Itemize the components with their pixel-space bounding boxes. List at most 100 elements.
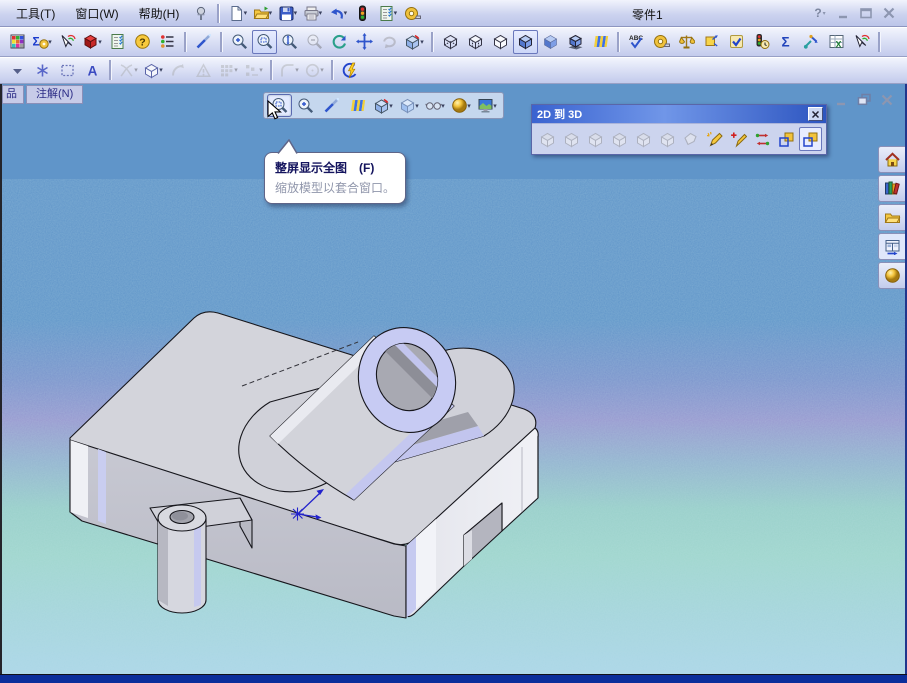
scene-screen-button[interactable]: ▾	[475, 94, 500, 117]
dropdown-arrow-icon[interactable]: ▾	[440, 102, 446, 110]
pattern-dots-button[interactable]: ▾	[216, 58, 241, 82]
menu-item-3[interactable]: 帮助(H)	[129, 3, 190, 24]
curvature-stripes-button[interactable]	[345, 94, 370, 117]
warn-button[interactable]	[191, 58, 216, 82]
dropdown-arrow-icon[interactable]: ▾	[268, 9, 274, 17]
dropdown-arrow-icon[interactable]: ▾	[318, 9, 324, 17]
cube-outline-button[interactable]: ▾	[141, 58, 166, 82]
extrude-selection-button[interactable]	[799, 127, 823, 151]
zoom-area-button[interactable]	[293, 94, 318, 117]
help-question-button[interactable]: ?	[130, 30, 155, 54]
dropdown-arrow-icon[interactable]: ▾	[243, 9, 249, 17]
dropdown-arrow-icon[interactable]: ▾	[158, 66, 164, 74]
dropdown-arrow-icon[interactable]: ▾	[294, 66, 300, 74]
dropdown-arrow-icon[interactable]: ▾	[97, 38, 103, 46]
dropdown-arrow-icon[interactable]: ▾	[293, 9, 299, 17]
view-left-button[interactable]	[608, 127, 631, 151]
document-restore-button[interactable]	[855, 92, 873, 107]
dropdown-arrow-icon[interactable]: ▾	[466, 102, 472, 110]
wand-button[interactable]	[191, 30, 216, 54]
close-button[interactable]	[879, 5, 899, 22]
wand-button[interactable]	[319, 94, 344, 117]
sensor-pointer-button[interactable]	[799, 30, 824, 54]
dropdown-arrow-icon[interactable]: ▾	[133, 66, 139, 74]
status-list-button[interactable]	[155, 30, 180, 54]
move-box-button[interactable]	[699, 30, 724, 54]
view-right-button[interactable]	[584, 127, 607, 151]
dropdown-arrow-icon[interactable]: ▾	[393, 9, 399, 17]
sw-cube-button[interactable]: ▾	[80, 30, 105, 54]
dropdown-arrow-icon[interactable]: ▾	[233, 66, 239, 74]
dropdown-arrow-icon[interactable]: ▾	[47, 38, 53, 46]
cube-wireframe-button[interactable]	[438, 30, 463, 54]
task-pane-tab-design-library[interactable]	[878, 175, 905, 202]
tape-measure-button[interactable]	[649, 30, 674, 54]
refresh-button[interactable]	[327, 30, 352, 54]
align-sketch-button[interactable]	[751, 127, 774, 151]
task-pane-tab-appearances[interactable]	[878, 262, 905, 289]
display-cube-button[interactable]: ▾	[397, 94, 422, 117]
traffic-light-button[interactable]	[350, 1, 375, 25]
task-pane-tab-view-palette[interactable]	[878, 233, 905, 260]
undo-button[interactable]: ▾	[325, 1, 350, 25]
graphics-viewport[interactable]: 品注解(N) ▾ ▾ ▾ ▾ ▾ 2D 到 3D 整屏显示全图 (F) 缩放模型以套合窗…	[0, 84, 907, 674]
measure-sigma-button[interactable]: Σ ▾	[30, 30, 55, 54]
pan-button[interactable]	[352, 30, 377, 54]
glasses-button[interactable]: ▾	[423, 94, 448, 117]
text-A-button[interactable]: A	[80, 58, 105, 82]
zoom-updown-button[interactable]	[277, 30, 302, 54]
print-button[interactable]: ▾	[300, 1, 325, 25]
rainbow-pointer-button[interactable]	[849, 30, 874, 54]
color-palette-button[interactable]	[5, 30, 30, 54]
panel-title-bar[interactable]: 2D 到 3D	[532, 105, 826, 123]
command-tab-2[interactable]: 注解(N)	[26, 85, 84, 104]
minimize-button[interactable]	[833, 5, 853, 22]
instant3d-button[interactable]	[338, 58, 363, 82]
excel-table-button[interactable]: X	[824, 30, 849, 54]
task-pane-tab-file-explorer[interactable]	[878, 204, 905, 231]
task-pane-tab-solidworks-resources[interactable]	[878, 146, 905, 173]
traffic-clock-button[interactable]	[749, 30, 774, 54]
abc-spell-button[interactable]: ABC	[624, 30, 649, 54]
point-asterisk-button[interactable]	[30, 58, 55, 82]
document-minimize-button[interactable]	[832, 92, 850, 107]
pushpin-icon[interactable]	[193, 5, 208, 21]
step-pattern-button[interactable]: ▾	[241, 58, 266, 82]
tape-measure-button[interactable]	[400, 1, 425, 25]
menu-item-1[interactable]: 工具(T)	[6, 3, 65, 24]
fillet-button[interactable]: ▾	[277, 58, 302, 82]
cube-shadow-button[interactable]	[563, 30, 588, 54]
zoom-fit-button[interactable]	[252, 29, 277, 54]
rainbow-pointer-button[interactable]	[55, 30, 80, 54]
view-front-button[interactable]	[536, 127, 559, 151]
help-button[interactable]: ? ▾	[810, 5, 830, 22]
checklist-button[interactable]: ▾	[375, 1, 400, 25]
command-tab-1[interactable]: 品	[2, 85, 24, 104]
appearance-ball-button[interactable]: ▾	[449, 94, 474, 117]
view-auxiliary-button[interactable]	[680, 127, 703, 151]
open-folder-button[interactable]: ▾	[250, 1, 275, 25]
save-floppy-button[interactable]: ▾	[275, 1, 300, 25]
view-back-button[interactable]	[656, 127, 679, 151]
cube-nohidden-button[interactable]	[488, 30, 513, 54]
dropdown-arrow-icon[interactable]: ▾	[388, 102, 394, 110]
panel-close-button[interactable]	[808, 107, 823, 121]
circle-tool-button[interactable]: ▾	[302, 58, 327, 82]
checkbox-button[interactable]	[724, 30, 749, 54]
trim-button[interactable]: ▾	[116, 58, 141, 82]
select-box-button[interactable]	[55, 58, 80, 82]
curvature-stripes-button[interactable]	[588, 30, 613, 54]
dropdown-arrow-icon[interactable]: ▾	[319, 66, 325, 74]
convert-button[interactable]	[166, 58, 191, 82]
document-close-button[interactable]	[878, 92, 896, 107]
dropdown-arrow-icon[interactable]: ▾	[419, 38, 425, 46]
checklist-button[interactable]	[105, 30, 130, 54]
scales-button[interactable]	[674, 30, 699, 54]
maximize-button[interactable]	[856, 5, 876, 22]
dropdown-arrow-icon[interactable]: ▾	[343, 9, 349, 17]
cube-shaded-button[interactable]	[538, 30, 563, 54]
view-top-button[interactable]	[560, 127, 583, 151]
create-sketch-button[interactable]	[703, 127, 726, 151]
repair-sketch-button[interactable]	[727, 127, 750, 151]
cube-hidden-button[interactable]	[463, 30, 488, 54]
